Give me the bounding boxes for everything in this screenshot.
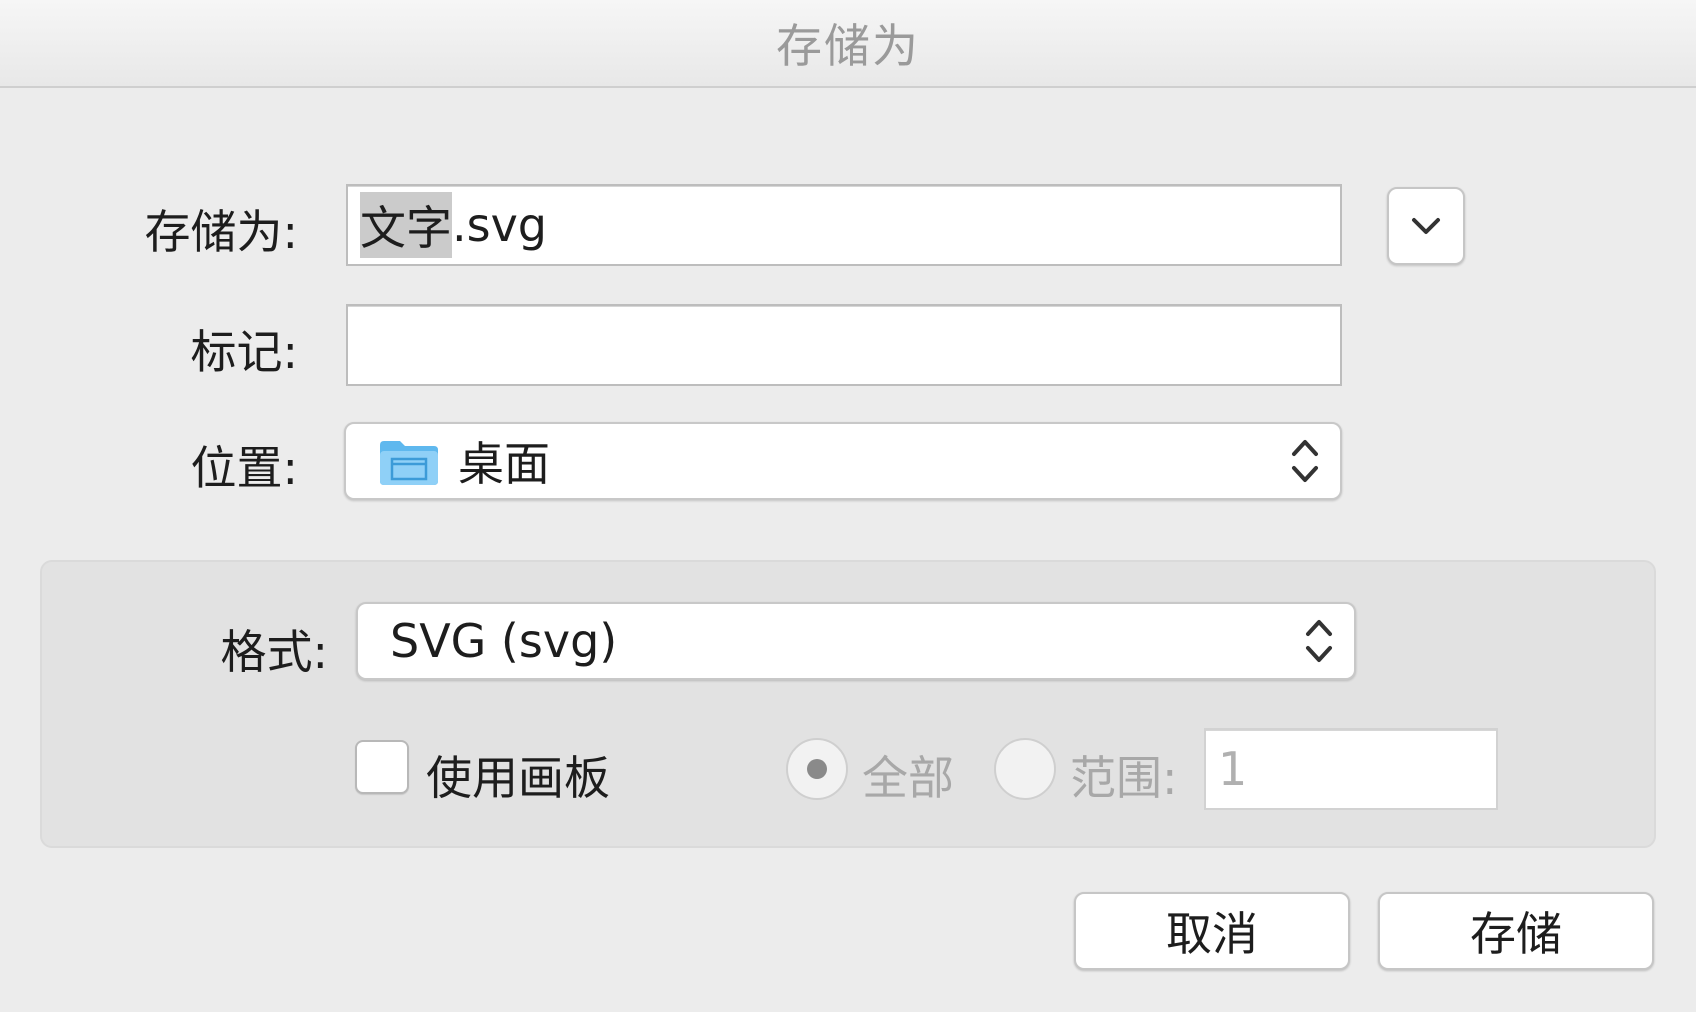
range-radio[interactable]: [994, 738, 1056, 800]
location-popup[interactable]: 桌面: [344, 422, 1342, 500]
format-value: SVG (svg): [390, 614, 618, 668]
filename-selected-text: 文字: [360, 192, 452, 258]
all-label[interactable]: 全部: [862, 742, 954, 808]
range-field[interactable]: 1: [1204, 728, 1498, 810]
all-radio[interactable]: [786, 738, 848, 800]
save-button[interactable]: 存储: [1378, 892, 1654, 970]
title-bar: 存储为: [0, 0, 1696, 88]
use-artboards-label[interactable]: 使用画板: [426, 742, 610, 808]
range-label[interactable]: 范围:: [1070, 742, 1178, 808]
expand-button[interactable]: [1387, 187, 1465, 265]
tags-field[interactable]: [346, 304, 1342, 386]
filename-extension-text: .svg: [452, 198, 548, 252]
filename-field[interactable]: 文字 .svg: [346, 184, 1342, 266]
save-as-label: 存储为:: [144, 205, 299, 259]
use-artboards-checkbox[interactable]: [355, 740, 409, 794]
format-popup[interactable]: SVG (svg): [356, 602, 1356, 680]
tags-label: 标记:: [190, 325, 299, 379]
location-label: 位置:: [190, 441, 299, 495]
chevron-down-icon: [1412, 218, 1440, 234]
window-title: 存储为: [776, 19, 920, 73]
radio-dot: [807, 759, 827, 779]
format-label: 格式:: [220, 625, 329, 679]
folder-icon: [380, 441, 438, 485]
save-as-dialog: 存储为 存储为: 文字 .svg 标记: 位置: 桌面 格式: SVG (svg): [0, 0, 1696, 1012]
range-value: 1: [1218, 742, 1248, 796]
updown-arrows-icon: [1306, 620, 1332, 662]
cancel-button[interactable]: 取消: [1074, 892, 1350, 970]
updown-arrows-icon: [1292, 440, 1318, 482]
location-value: 桌面: [458, 437, 550, 491]
